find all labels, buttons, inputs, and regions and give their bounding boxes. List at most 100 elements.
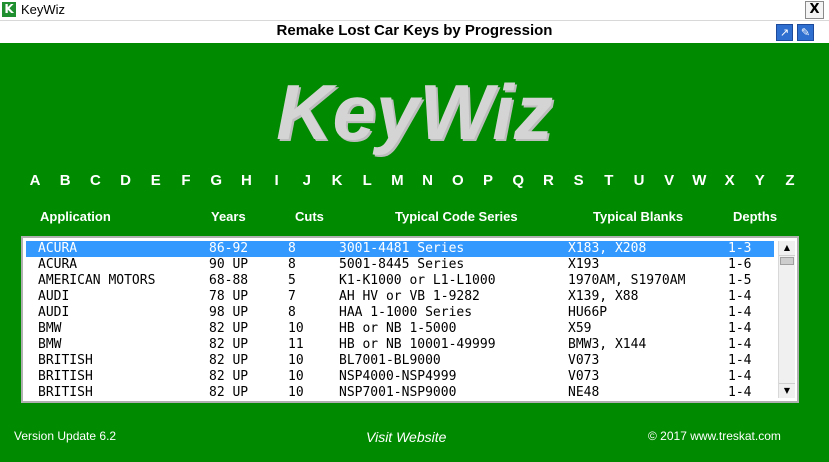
row-years: 86-92: [209, 241, 249, 256]
application-list[interactable]: ACURA 86-92 8 3001-4481 Series X183, X208 1-3…: [21, 236, 799, 403]
row-application: BRITISH: [38, 353, 93, 368]
letter-link-v[interactable]: V: [657, 172, 681, 189]
row-cuts: 11: [288, 337, 304, 352]
letter-link-r[interactable]: R: [536, 172, 560, 189]
table-row[interactable]: ACURA 86-92 8 3001-4481 Series X183, X208 1-3: [26, 241, 774, 257]
letter-link-n[interactable]: N: [416, 172, 440, 189]
letter-link-l[interactable]: L: [355, 172, 379, 189]
table-row[interactable]: AUDI 98 UP 8 HAA 1-1000 Series HU66P 1-4: [26, 305, 774, 321]
letter-link-k[interactable]: K: [325, 172, 349, 189]
table-row[interactable]: BMW 82 UP 11 HB or NB 10001-49999 BMW3, X144…: [26, 337, 774, 353]
row-cuts: 10: [288, 321, 304, 336]
column-header-depths: Depths: [733, 209, 778, 224]
row-years: 98 UP: [209, 305, 249, 320]
vertical-scrollbar[interactable]: ▲ ▼: [778, 241, 795, 398]
row-code-series: K1-K1000 or L1-L1000: [339, 273, 496, 288]
letter-link-q[interactable]: Q: [506, 172, 530, 189]
row-application: AUDI: [38, 289, 70, 304]
letter-link-c[interactable]: C: [83, 172, 107, 189]
letter-link-b[interactable]: B: [53, 172, 77, 189]
row-application: ACURA: [38, 257, 78, 272]
letter-link-y[interactable]: Y: [748, 172, 772, 189]
row-years: 82 UP: [209, 321, 249, 336]
row-cuts: 10: [288, 353, 304, 368]
main-panel: KeyWiz ABCDEFGHIJKLMNOPQRSTUVWXYZ Applic…: [0, 43, 829, 462]
table-row[interactable]: AMERICAN MOTORS 68-88 5 K1-K1000 or L1-L100…: [26, 273, 774, 289]
letter-link-t[interactable]: T: [597, 172, 621, 189]
letter-link-w[interactable]: W: [687, 172, 711, 189]
row-application: AUDI: [38, 305, 70, 320]
letter-link-e[interactable]: E: [144, 172, 168, 189]
table-row[interactable]: BRITISH 82 UP 10 NSP4000-NSP4999 V073 1-4: [26, 369, 774, 385]
letter-link-a[interactable]: A: [23, 172, 47, 189]
row-application: BRITISH: [38, 385, 93, 398]
row-blanks: X183, X208: [568, 241, 647, 256]
scrollbar-thumb[interactable]: [780, 257, 794, 265]
window-title: KeyWiz: [21, 2, 66, 17]
row-depths: 1-3: [728, 241, 752, 256]
row-blanks: 1970AM, S1970AM: [568, 273, 686, 288]
row-code-series: 5001-8445 Series: [339, 257, 465, 272]
column-header-years: Years: [211, 209, 246, 224]
row-depths: 1-4: [728, 337, 752, 352]
table-row[interactable]: ACURA 90 UP 8 5001-8445 Series X193 1-6: [26, 257, 774, 273]
letter-link-z[interactable]: Z: [778, 172, 802, 189]
header-bar: Remake Lost Car Keys by Progression ↗ ✎: [0, 21, 829, 43]
app-logo: KeyWiz: [276, 68, 553, 156]
row-blanks: HU66P: [568, 305, 608, 320]
letter-link-g[interactable]: G: [204, 172, 228, 189]
row-application: BMW: [38, 337, 62, 352]
row-blanks: NE48: [568, 385, 600, 398]
row-blanks: X193: [568, 257, 600, 272]
row-code-series: BL7001-BL9000: [339, 353, 441, 368]
row-years: 78 UP: [209, 289, 249, 304]
copyright-label: © 2017 www.treskat.com: [648, 429, 781, 443]
table-row[interactable]: BMW 82 UP 10 HB or NB 1-5000 X59 1-4: [26, 321, 774, 337]
row-application: BRITISH: [38, 369, 93, 384]
letter-link-o[interactable]: O: [446, 172, 470, 189]
version-label: Version Update 6.2: [14, 429, 117, 443]
letter-link-s[interactable]: S: [567, 172, 591, 189]
table-row[interactable]: AUDI 78 UP 7 AH HV or VB 1-9282 X139, X88 1-4: [26, 289, 774, 305]
row-depths: 1-4: [728, 369, 752, 384]
list-rows: ACURA 86-92 8 3001-4481 Series X183, X208 1-3…: [26, 241, 774, 398]
external-link-icon[interactable]: ↗: [776, 24, 793, 41]
scroll-down-arrow-icon[interactable]: ▼: [779, 383, 795, 398]
row-code-series: NSP4000-NSP4999: [339, 369, 457, 384]
letter-link-x[interactable]: X: [718, 172, 742, 189]
row-depths: 1-4: [728, 305, 752, 320]
column-header-cuts: Cuts: [295, 209, 324, 224]
letter-link-f[interactable]: F: [174, 172, 198, 189]
column-header-code-series: Typical Code Series: [395, 209, 518, 224]
page-subtitle: Remake Lost Car Keys by Progression: [276, 22, 553, 39]
letter-link-d[interactable]: D: [114, 172, 138, 189]
row-years: 82 UP: [209, 353, 249, 368]
letter-link-i[interactable]: I: [265, 172, 289, 189]
row-cuts: 7: [288, 289, 296, 304]
row-depths: 1-4: [728, 385, 752, 398]
row-blanks: V073: [568, 369, 600, 384]
visit-website-link[interactable]: Visit Website: [366, 429, 446, 445]
row-code-series: 3001-4481 Series: [339, 241, 465, 256]
alphabet-nav: ABCDEFGHIJKLMNOPQRSTUVWXYZ: [23, 172, 803, 192]
row-code-series: HAA 1-1000 Series: [339, 305, 473, 320]
table-row[interactable]: BRITISH 82 UP 10 BL7001-BL9000 V073 1-4: [26, 353, 774, 369]
row-depths: 1-4: [728, 321, 752, 336]
letter-link-h[interactable]: H: [234, 172, 258, 189]
table-row[interactable]: BRITISH 82 UP 10 NSP7001-NSP9000 NE48 1-4: [26, 385, 774, 398]
edit-icon[interactable]: ✎: [797, 24, 814, 41]
row-code-series: HB or NB 1-5000: [339, 321, 457, 336]
letter-link-m[interactable]: M: [385, 172, 409, 189]
row-application: AMERICAN MOTORS: [38, 273, 156, 288]
letter-link-u[interactable]: U: [627, 172, 651, 189]
row-cuts: 10: [288, 385, 304, 398]
row-depths: 1-4: [728, 289, 752, 304]
row-blanks: X139, X88: [568, 289, 639, 304]
scroll-up-arrow-icon[interactable]: ▲: [779, 241, 795, 256]
row-code-series: HB or NB 10001-49999: [339, 337, 496, 352]
close-button[interactable]: X: [805, 1, 824, 19]
row-cuts: 8: [288, 305, 296, 320]
letter-link-p[interactable]: P: [476, 172, 500, 189]
row-blanks: X59: [568, 321, 592, 336]
letter-link-j[interactable]: J: [295, 172, 319, 189]
